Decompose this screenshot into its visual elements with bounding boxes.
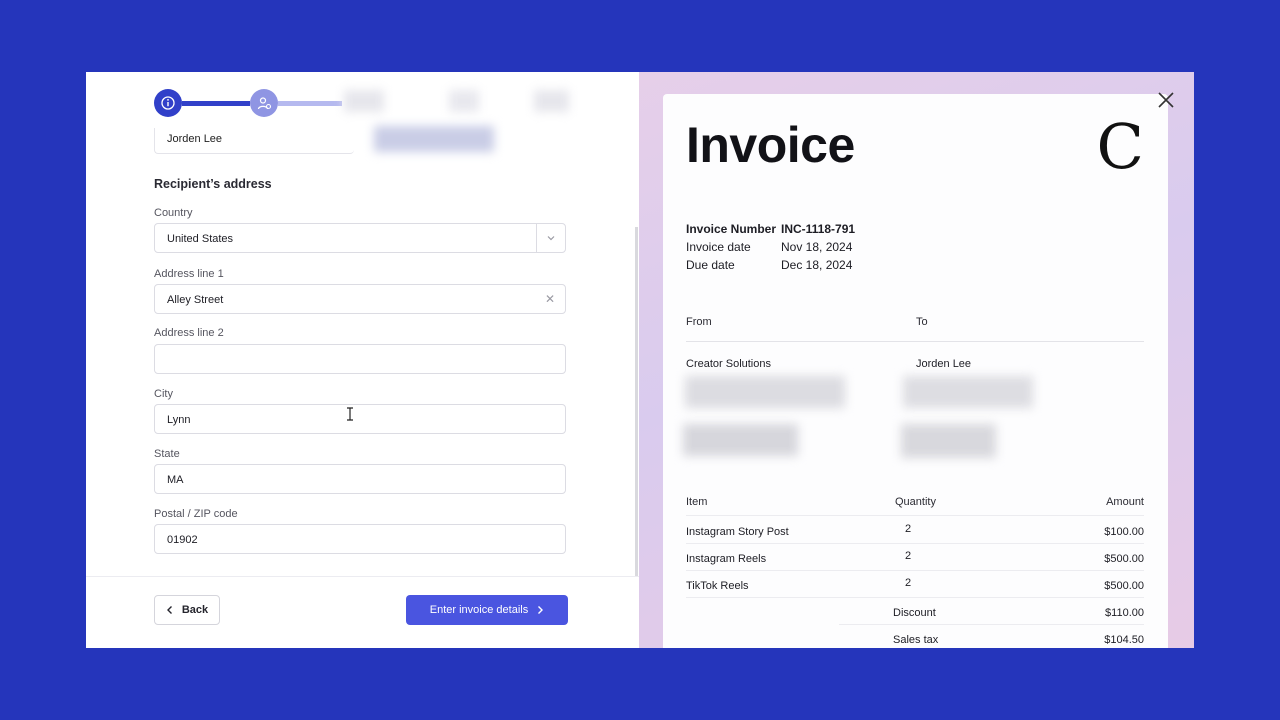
line-item-quantity: 2	[905, 550, 912, 562]
redacted-to-address	[901, 424, 996, 458]
sales-tax-label: Sales tax	[893, 634, 939, 646]
chevron-down-icon[interactable]	[545, 232, 557, 244]
chevron-right-icon	[538, 606, 544, 614]
invoice-date-label: Invoice date	[686, 240, 751, 254]
invoice-builder-window: Jorden Lee Recipient’s address Country U…	[86, 72, 1194, 648]
invoice-number-row: Invoice Number INC-1118-791	[686, 222, 855, 236]
clear-icon[interactable]: ✕	[545, 292, 555, 306]
country-label: Country	[154, 207, 193, 219]
to-name: Jorden Lee	[916, 358, 972, 370]
invoice-card: Invoice C Invoice Number INC-1118-791 Inv…	[663, 94, 1168, 648]
redacted-from-address	[685, 376, 845, 408]
discount-label: Discount	[893, 607, 936, 619]
state-value: MA	[167, 474, 184, 486]
company-logo: C	[1096, 110, 1144, 183]
redacted-step-label	[374, 126, 494, 152]
address2-input[interactable]	[154, 344, 566, 374]
line-item-name: TikTok Reels	[686, 580, 749, 592]
stepper-line-pending	[278, 101, 342, 106]
footer-divider	[86, 576, 639, 577]
from-label: From	[686, 316, 712, 328]
table-row-divider	[686, 597, 1144, 598]
invoice-title: Invoice	[686, 117, 855, 173]
totals-divider	[839, 624, 1144, 625]
redacted-step	[344, 90, 384, 112]
invoice-date-value: Nov 18, 2024	[781, 240, 853, 254]
address2-label: Address line 2	[154, 327, 224, 339]
invoice-number-value: INC-1118-791	[781, 222, 856, 236]
line-item-amount: $500.00	[1104, 553, 1144, 565]
from-name: Creator Solutions	[686, 358, 771, 370]
party-divider	[686, 341, 1144, 342]
zip-label: Postal / ZIP code	[154, 508, 238, 520]
progress-stepper	[154, 88, 574, 152]
redacted-from-address	[683, 424, 798, 456]
country-value: United States	[167, 233, 234, 245]
invoice-preview-pane: Invoice C Invoice Number INC-1118-791 Inv…	[639, 72, 1194, 648]
address1-value: Alley Street	[167, 294, 224, 306]
form-scrollbar[interactable]	[635, 227, 638, 577]
zip-input[interactable]: 01902	[154, 524, 566, 554]
redacted-step	[534, 90, 569, 112]
back-button-label: Back	[181, 604, 209, 616]
city-input[interactable]: Lynn	[154, 404, 566, 434]
select-divider	[536, 224, 537, 252]
zip-value: 01902	[167, 534, 198, 546]
line-item-quantity: 2	[905, 577, 912, 589]
table-header-divider	[686, 515, 1144, 516]
line-item-amount: $100.00	[1104, 526, 1144, 538]
recipient-name-field[interactable]: Jorden Lee	[154, 128, 354, 154]
redacted-step	[449, 90, 479, 112]
address1-input[interactable]: Alley Street ✕	[154, 284, 566, 314]
line-item-name: Instagram Story Post	[686, 526, 789, 538]
address1-label: Address line 1	[154, 268, 224, 280]
text-cursor-icon	[347, 407, 353, 421]
recipient-name-value: Jorden Lee	[167, 133, 223, 145]
redacted-to-address	[903, 376, 1033, 408]
line-item-quantity: 2	[905, 523, 912, 535]
step-info-icon[interactable]	[154, 89, 182, 117]
table-row-divider	[686, 543, 1144, 544]
back-button[interactable]: Back	[154, 595, 220, 625]
city-value: Lynn	[167, 414, 191, 426]
invoice-number-label: Invoice Number	[686, 222, 777, 236]
country-select[interactable]: United States	[154, 223, 566, 253]
recipient-form-pane: Jorden Lee Recipient’s address Country U…	[86, 72, 639, 648]
state-label: State	[154, 448, 180, 460]
to-label: To	[916, 316, 928, 328]
discount-value: $110.00	[1105, 607, 1144, 619]
city-label: City	[154, 388, 173, 400]
item-column-header: Item	[686, 496, 708, 508]
chevron-left-icon	[166, 606, 172, 614]
quantity-column-header: Quantity	[895, 496, 936, 508]
line-item-name: Instagram Reels	[686, 553, 767, 565]
enter-invoice-details-button[interactable]: Enter invoice details	[406, 595, 568, 625]
table-row-divider	[686, 570, 1144, 571]
section-title: Recipient’s address	[154, 177, 272, 191]
line-item-amount: $500.00	[1104, 580, 1144, 592]
amount-column-header: Amount	[1106, 496, 1144, 508]
close-icon[interactable]	[1156, 90, 1176, 110]
invoice-date-row: Invoice date Nov 18, 2024	[686, 240, 852, 254]
due-date-value: Dec 18, 2024	[781, 258, 853, 272]
stepper-line-complete	[182, 101, 250, 106]
due-date-label: Due date	[686, 258, 735, 272]
sales-tax-value: $104.50	[1104, 634, 1144, 646]
next-button-label: Enter invoice details	[429, 604, 529, 616]
due-date-row: Due date Dec 18, 2024	[686, 258, 852, 272]
step-recipient-icon[interactable]	[250, 89, 278, 117]
state-input[interactable]: MA	[154, 464, 566, 494]
